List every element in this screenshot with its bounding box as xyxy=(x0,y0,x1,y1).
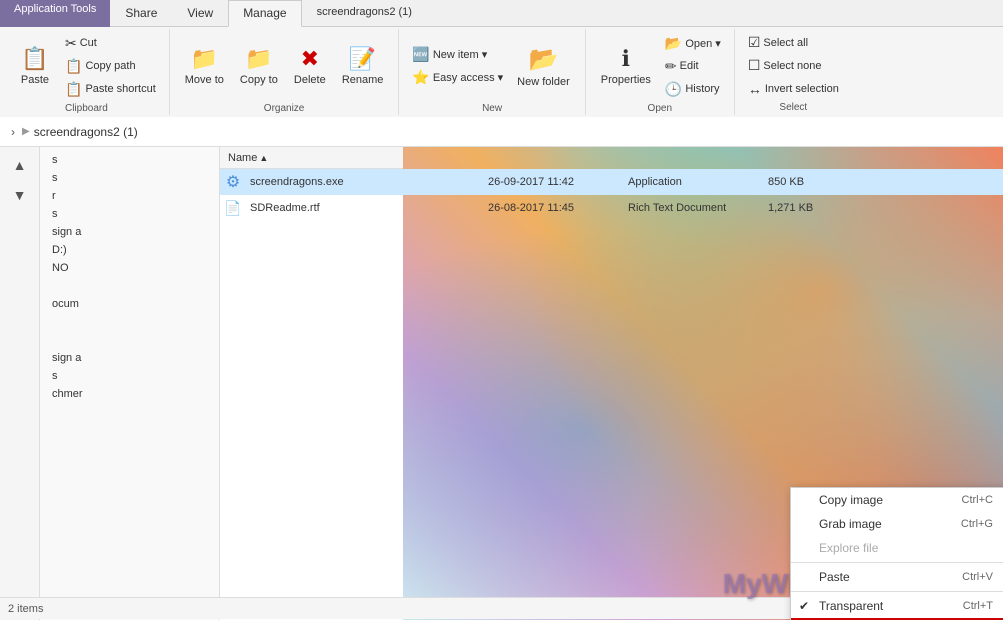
move-to-button[interactable]: 📁 Move to xyxy=(178,31,231,101)
move-to-icon: 📁 xyxy=(191,46,218,72)
select-all-button[interactable]: ☑ Select all xyxy=(743,32,844,54)
context-menu-explore-file[interactable]: Explore file xyxy=(791,536,1003,560)
clipboard-label: Clipboard xyxy=(65,101,108,114)
transparent-checkmark: ✔ xyxy=(799,599,809,613)
left-panel-item[interactable]: NO xyxy=(40,259,219,277)
delete-icon: ✖ xyxy=(301,46,319,72)
rename-icon: 📝 xyxy=(349,46,376,72)
left-panel: s s r s sign a D:) NO ocum sign a s xyxy=(40,147,220,620)
main-layout: ▲ ▼ s s r s sign a D:) NO ocum xyxy=(0,147,1003,620)
rtf-icon: 📄 xyxy=(224,199,242,217)
ribbon-group-select: ☑ Select all ☐ Select none ↔ Invert sele… xyxy=(735,29,852,115)
cut-button[interactable]: ✂ Cut xyxy=(60,32,161,54)
left-panel-item[interactable] xyxy=(40,331,219,349)
select-label: Select xyxy=(779,100,807,113)
copy-path-icon: 📋 xyxy=(65,58,82,75)
context-menu: Copy image Ctrl+C Grab image Ctrl+G Expl… xyxy=(790,487,1003,620)
organize-label: Organize xyxy=(264,101,305,114)
ribbon-group-clipboard: 📋 Paste ✂ Cut 📋 Copy path 📋 Paste shortc… xyxy=(4,29,170,115)
ribbon: 📋 Paste ✂ Cut 📋 Copy path 📋 Paste shortc… xyxy=(0,27,1003,117)
easy-access-icon: ⭐ xyxy=(412,69,429,86)
copy-to-button[interactable]: 📁 Copy to xyxy=(233,31,285,101)
left-panel-item[interactable]: s xyxy=(40,205,219,223)
easy-access-button[interactable]: ⭐ Easy access ▾ xyxy=(407,67,508,89)
new-folder-icon: 📂 xyxy=(529,45,559,74)
file-row-exe[interactable]: ⚙ screendragons.exe 26-09-2017 11:42 App… xyxy=(220,169,1003,195)
new-item-icon: 🆕 xyxy=(412,46,429,63)
paste-icon: 📋 xyxy=(21,46,48,72)
delete-button[interactable]: ✖ Delete xyxy=(287,31,333,101)
rename-button[interactable]: 📝 Rename xyxy=(335,31,391,101)
copy-path-button[interactable]: 📋 Copy path xyxy=(60,55,161,77)
left-panel-item[interactable]: D:) xyxy=(40,241,219,259)
properties-icon: ℹ xyxy=(622,46,630,72)
edit-button[interactable]: ✏ Edit xyxy=(660,55,726,77)
cut-icon: ✂ xyxy=(65,35,77,52)
paste-button[interactable]: 📋 Paste xyxy=(12,31,58,101)
history-button[interactable]: 🕒 History xyxy=(660,78,726,100)
invert-selection-button[interactable]: ↔ Invert selection xyxy=(743,78,844,100)
left-panel-item[interactable] xyxy=(40,277,219,295)
ribbon-group-open: ℹ Properties 📂 Open ▾ ✏ Edit 🕒 History xyxy=(586,29,735,115)
left-panel-item[interactable]: s xyxy=(40,169,219,187)
breadcrumb: screendragons2 (1) xyxy=(34,125,138,139)
context-menu-sep-2 xyxy=(791,591,1003,592)
context-menu-sep-1 xyxy=(791,562,1003,563)
left-panel-item[interactable]: s xyxy=(40,367,219,385)
left-panel-item[interactable]: ocum xyxy=(40,295,219,313)
new-folder-button[interactable]: 📂 New folder xyxy=(510,31,577,101)
left-panel-item[interactable]: r xyxy=(40,187,219,205)
nav-down-btn[interactable]: ▼ xyxy=(6,181,34,209)
open-button[interactable]: 📂 Open ▾ xyxy=(660,32,726,54)
open-label: Open xyxy=(648,101,672,114)
properties-button[interactable]: ℹ Properties xyxy=(594,31,658,101)
ribbon-group-new: 🆕 New item ▾ ⭐ Easy access ▾ 📂 New folde… xyxy=(399,29,585,115)
file-rows: ⚙ screendragons.exe 26-09-2017 11:42 App… xyxy=(220,169,1003,221)
paste-shortcut-button[interactable]: 📋 Paste shortcut xyxy=(60,78,161,100)
ribbon-group-organize: 📁 Move to 📁 Copy to ✖ Delete 📝 Rename Or… xyxy=(170,29,400,115)
copy-to-icon: 📁 xyxy=(245,46,272,72)
nav-up-btn[interactable]: ▲ xyxy=(6,151,34,179)
context-menu-transparent[interactable]: ✔ Transparent Ctrl+T xyxy=(791,594,1003,618)
open-icon: 📂 xyxy=(665,35,682,52)
left-panel-item[interactable]: s xyxy=(40,151,219,169)
exe-icon: ⚙ xyxy=(224,173,242,191)
back-button[interactable]: › xyxy=(8,125,18,139)
new-label: New xyxy=(482,101,502,114)
left-panel-item[interactable] xyxy=(40,313,219,331)
edit-icon: ✏ xyxy=(665,58,677,75)
tab-view[interactable]: View xyxy=(172,0,228,26)
tab-active-screendragons[interactable]: screendragons2 (1) xyxy=(302,0,427,26)
normal-tabs: Share View Manage screendragons2 (1) xyxy=(110,0,1003,27)
tab-manage[interactable]: Manage xyxy=(228,0,301,27)
tab-share[interactable]: Share xyxy=(110,0,172,26)
left-panel-item[interactable]: sign a xyxy=(40,349,219,367)
ribbon-tabs-row: Application Tools Share View Manage scre… xyxy=(0,0,1003,27)
new-item-button[interactable]: 🆕 New item ▾ xyxy=(407,44,508,66)
context-menu-grab-image[interactable]: Grab image Ctrl+G xyxy=(791,512,1003,536)
context-menu-copy-image[interactable]: Copy image Ctrl+C xyxy=(791,488,1003,512)
invert-selection-icon: ↔ xyxy=(748,81,762,97)
sidebar-nav: ▲ ▼ xyxy=(0,147,40,620)
select-all-icon: ☑ xyxy=(748,34,761,51)
paste-shortcut-icon: 📋 xyxy=(65,81,82,98)
select-none-button[interactable]: ☐ Select none xyxy=(743,55,844,77)
select-none-icon: ☐ xyxy=(748,57,761,74)
address-bar: › ▶ screendragons2 (1) xyxy=(0,117,1003,147)
file-area: Name ▲ Date modified Type Size ⚙ screend… xyxy=(220,147,1003,620)
context-menu-paste[interactable]: Paste Ctrl+V xyxy=(791,565,1003,589)
left-panel-item[interactable]: sign a xyxy=(40,223,219,241)
left-panel-item[interactable]: chmer xyxy=(40,385,219,403)
history-icon: 🕒 xyxy=(665,81,682,98)
tab-application-tools[interactable]: Application Tools xyxy=(0,0,110,27)
file-row-rtf[interactable]: 📄 SDReadme.rtf 26-08-2017 11:45 Rich Tex… xyxy=(220,195,1003,221)
